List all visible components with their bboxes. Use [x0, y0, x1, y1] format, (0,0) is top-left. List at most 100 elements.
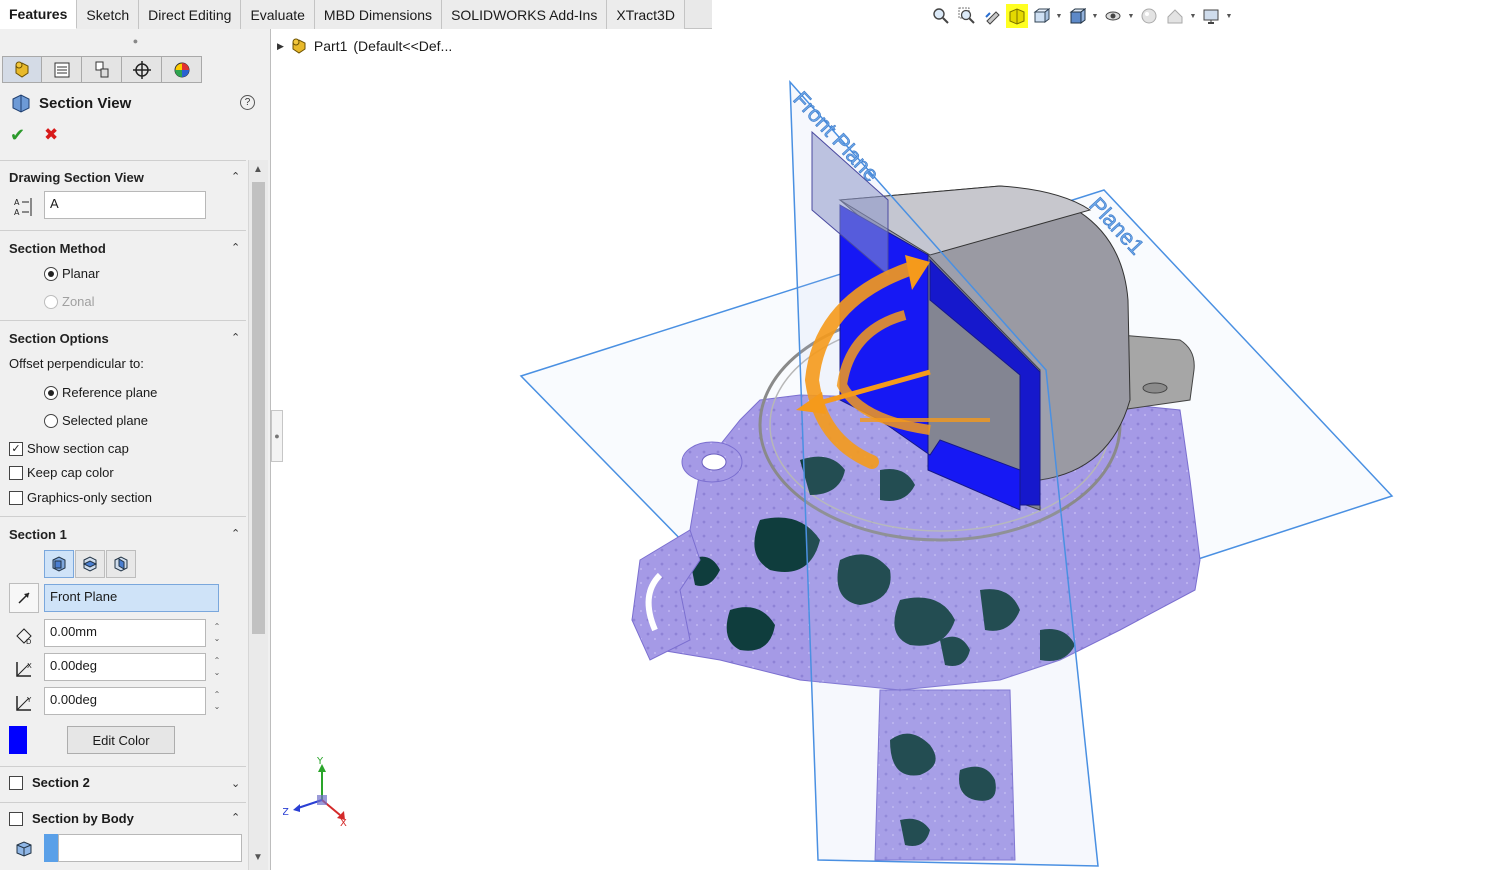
tab-features[interactable]: Features	[0, 0, 78, 29]
body-selection-box[interactable]	[58, 834, 242, 862]
tab-xtract3d[interactable]: XTract3D	[607, 0, 685, 29]
display-manager-tab-icon[interactable]	[162, 56, 202, 83]
divider	[0, 516, 246, 517]
radio-disabled-icon	[44, 294, 58, 309]
radio-selected-icon	[44, 266, 58, 281]
edit-appearance-icon[interactable]	[1136, 4, 1162, 28]
reference-plane-label: Reference plane	[62, 385, 158, 400]
cap-color-swatch[interactable]	[9, 726, 27, 754]
panel-collapse-handle-icon[interactable]: ●	[271, 410, 283, 462]
rotation-y-spinner-icon[interactable]: ⌃ ⌄	[210, 689, 224, 717]
show-cap-checkbox[interactable]: ✓ Show section cap	[9, 441, 129, 456]
rotation-x-input[interactable]: 0.00deg	[44, 653, 206, 681]
graphics-only-label: Graphics-only section	[27, 490, 152, 505]
graphics-area[interactable]: Front Plane Plane1 Y X Z	[283, 29, 1487, 870]
tab-solidworks-add-ins[interactable]: SOLIDWORKS Add-Ins	[442, 0, 608, 29]
dimxpert-manager-tab-icon[interactable]	[122, 56, 162, 83]
offset-spinner-icon[interactable]: ⌃ ⌄	[210, 621, 224, 649]
right-plane-orientation-button[interactable]	[106, 550, 136, 578]
view-settings-icon[interactable]	[1198, 4, 1224, 28]
section-name-icon: AA	[13, 196, 35, 218]
section-view-title-icon	[12, 94, 30, 113]
divider	[0, 230, 246, 231]
divider	[0, 766, 246, 767]
svg-text:Y: Y	[26, 696, 32, 704]
section2-checkbox[interactable]: Section 2	[9, 775, 90, 790]
zoom-to-fit-icon[interactable]	[928, 4, 954, 28]
zoom-to-area-icon[interactable]	[954, 4, 980, 28]
edit-color-button[interactable]: Edit Color	[67, 726, 175, 754]
coordinate-triad: Y X Z	[283, 756, 347, 829]
divider	[0, 802, 246, 803]
panel-scrollbar[interactable]: ▲ ▼	[248, 160, 268, 870]
selected-plane-label: Selected plane	[62, 413, 149, 428]
scroll-up-icon[interactable]: ▲	[253, 164, 263, 175]
planar-radio[interactable]: Planar	[44, 266, 100, 281]
section2-label: Section 2	[32, 775, 90, 790]
scrollbar-thumb[interactable]	[252, 182, 265, 634]
reverse-direction-button[interactable]	[9, 583, 39, 613]
top-plane-orientation-button[interactable]	[75, 550, 105, 578]
collapse-chevron-icon[interactable]: ⌃	[231, 241, 240, 254]
front-plane-orientation-button[interactable]	[44, 550, 74, 578]
help-icon[interactable]: ?	[240, 95, 255, 110]
section1-header[interactable]: Section 1	[9, 527, 67, 542]
show-cap-label: Show section cap	[27, 441, 129, 456]
view-settings-caret-icon[interactable]: ▼	[1224, 4, 1234, 28]
triad-x-label: X	[340, 818, 347, 829]
apply-scene-icon[interactable]	[1162, 4, 1188, 28]
hide-show-caret-icon[interactable]: ▼	[1126, 4, 1136, 28]
configuration-manager-tab-icon[interactable]	[82, 56, 122, 83]
model-scene[interactable]: Front Plane Plane1 Y X Z	[283, 29, 1487, 870]
section-plane-input[interactable]: Front Plane	[44, 584, 219, 612]
collapse-chevron-icon[interactable]: ⌃	[231, 811, 240, 824]
graphics-only-checkbox[interactable]: Graphics-only section	[9, 490, 152, 505]
divider	[0, 320, 246, 321]
rotation-x-spinner-icon[interactable]: ⌃ ⌄	[210, 655, 224, 683]
tab-evaluate[interactable]: Evaluate	[241, 0, 315, 29]
view-orientation-icon[interactable]	[1064, 4, 1090, 28]
offset-distance-input[interactable]: 0.00mm	[44, 619, 206, 647]
section-options-header[interactable]: Section Options	[9, 331, 109, 346]
property-manager-tab-icon[interactable]	[42, 56, 82, 83]
feature-manager-tab-icon[interactable]	[2, 56, 42, 83]
right-plane-icon	[114, 556, 128, 572]
panel-scroll-area: Drawing Section View ⌃ AA A Section Meth…	[0, 160, 270, 870]
zonal-label: Zonal	[62, 294, 95, 309]
section-name-input[interactable]: A	[44, 191, 206, 219]
panel-grip-icon[interactable]: ●	[0, 36, 271, 46]
cancel-button[interactable]: ✖	[44, 125, 58, 145]
tab-direct-editing[interactable]: Direct Editing	[139, 0, 242, 29]
rotate-x-icon: X	[13, 658, 35, 680]
panel-title: Section View	[11, 93, 131, 113]
tab-mbd-dimensions[interactable]: MBD Dimensions	[314, 0, 443, 29]
keep-cap-color-label: Keep cap color	[27, 465, 114, 480]
top-plane-icon	[82, 556, 98, 572]
collapse-chevron-icon[interactable]: ⌃	[231, 331, 240, 344]
section-view-icon[interactable]	[1006, 4, 1028, 28]
apply-scene-caret-icon[interactable]: ▼	[1188, 4, 1198, 28]
previous-view-icon[interactable]	[980, 4, 1006, 28]
reference-plane-radio[interactable]: Reference plane	[44, 385, 157, 400]
section-method-header[interactable]: Section Method	[9, 241, 106, 256]
view-orientation-caret-icon[interactable]: ▼	[1054, 4, 1064, 28]
drawing-section-header[interactable]: Drawing Section View	[9, 170, 144, 185]
keep-cap-color-checkbox[interactable]: Keep cap color	[9, 465, 114, 480]
tab-sketch[interactable]: Sketch	[77, 0, 140, 29]
dynamic-annotation-views-icon[interactable]	[1028, 4, 1054, 28]
scroll-down-icon[interactable]: ▼	[253, 852, 263, 863]
svg-text:A: A	[14, 198, 20, 207]
collapse-chevron-icon[interactable]: ⌃	[231, 170, 240, 183]
ok-button[interactable]: ✔	[10, 125, 25, 146]
hide-show-items-icon[interactable]	[1100, 4, 1126, 28]
selected-plane-radio[interactable]: Selected plane	[44, 413, 148, 428]
body-selection-swatch	[44, 834, 58, 862]
rotation-y-input[interactable]: 0.00deg	[44, 687, 206, 715]
radio-unselected-icon	[44, 413, 58, 428]
zonal-radio: Zonal	[44, 294, 95, 309]
display-style-caret-icon[interactable]: ▼	[1090, 4, 1100, 28]
section-by-body-checkbox[interactable]: Section by Body	[9, 811, 134, 826]
expand-chevron-icon[interactable]: ⌄	[231, 777, 240, 790]
collapse-chevron-icon[interactable]: ⌃	[231, 527, 240, 540]
heads-up-view-toolbar: ▼ ▼ ▼ ▼ ▼	[928, 4, 1234, 28]
